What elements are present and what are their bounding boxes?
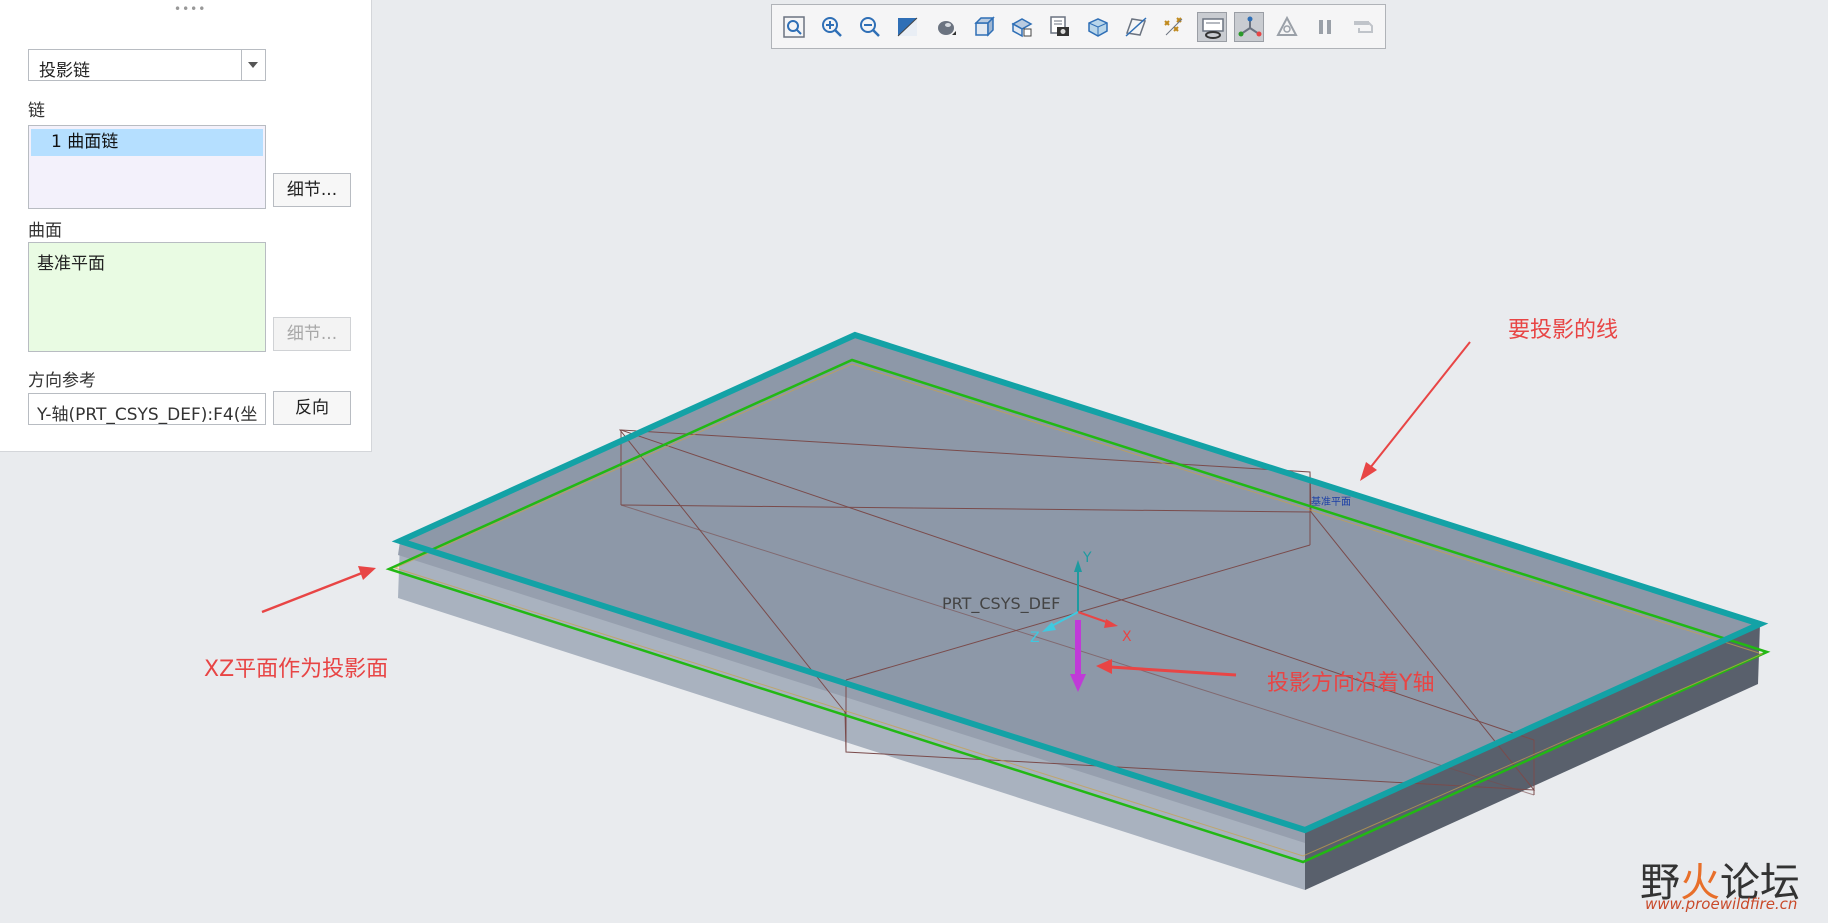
graphics-toolbar — [771, 4, 1386, 49]
chain-details-button[interactable]: 细节... — [273, 173, 351, 207]
axis-x-label: X — [1122, 629, 1132, 645]
projection-type-value: 投影链 — [39, 61, 90, 81]
surface-details-button[interactable]: 细节... — [273, 317, 351, 351]
zoom-out-icon[interactable] — [855, 12, 885, 42]
datum-plane-tag: 基准平面 — [1311, 495, 1351, 508]
pause-icon[interactable] — [1310, 12, 1340, 42]
direction-label: 方向参考 — [28, 371, 96, 391]
datum-display-icon[interactable] — [1121, 12, 1151, 42]
appearance-icon[interactable] — [1272, 12, 1302, 42]
orient-icon[interactable] — [1348, 12, 1378, 42]
annotation-line-to-project: 要投影的线 — [1508, 318, 1619, 343]
annotation-arrow-line — [1360, 341, 1471, 481]
annotation-direction-along-y: 投影方向沿着Y轴 — [1267, 671, 1435, 696]
refit-icon[interactable] — [779, 12, 809, 42]
surface-collector[interactable]: 基准平面 — [28, 242, 266, 352]
projection-properties-panel: •••• 投影链 链 1 曲面链 细节... 曲面 基准平面 细节... 方向参… — [0, 0, 372, 452]
annotation-display-icon[interactable] — [1045, 12, 1075, 42]
chain-collector[interactable]: 1 曲面链 — [28, 125, 266, 209]
view-manager-icon[interactable] — [1007, 12, 1037, 42]
saved-views-icon[interactable] — [969, 12, 999, 42]
zoom-in-icon[interactable] — [817, 12, 847, 42]
csys-display-icon[interactable] — [1234, 12, 1264, 42]
csys-name-label: PRT_CSYS_DEF — [942, 594, 1060, 614]
projection-type-select[interactable]: 投影链 — [28, 49, 266, 81]
panel-grip[interactable]: •••• — [174, 2, 206, 16]
chain-label: 链 — [28, 101, 45, 121]
direction-reference-value: Y-轴(PRT_CSYS_DEF):F4(坐 — [37, 405, 258, 425]
display-style-icon[interactable] — [931, 12, 961, 42]
axis-z-label: Z — [1030, 630, 1040, 646]
surface-value: 基准平面 — [37, 254, 105, 274]
flip-direction-button[interactable]: 反向 — [273, 391, 351, 425]
point-display-icon[interactable] — [1159, 12, 1189, 42]
forum-url: www.proewildfire.cn — [1645, 895, 1798, 913]
chevron-down-icon[interactable] — [241, 50, 265, 80]
perspective-icon[interactable] — [1083, 12, 1113, 42]
spin-center-icon[interactable] — [1197, 12, 1227, 42]
repaint-icon[interactable] — [893, 12, 923, 42]
direction-reference-field[interactable]: Y-轴(PRT_CSYS_DEF):F4(坐 — [28, 393, 266, 425]
annotation-projection-surface: XZ平面作为投影面 — [204, 657, 389, 682]
surface-label: 曲面 — [28, 221, 62, 241]
axis-y-label: Y — [1082, 550, 1092, 566]
annotation-arrow-surface — [261, 566, 376, 614]
chain-list-item[interactable]: 1 曲面链 — [31, 129, 263, 156]
